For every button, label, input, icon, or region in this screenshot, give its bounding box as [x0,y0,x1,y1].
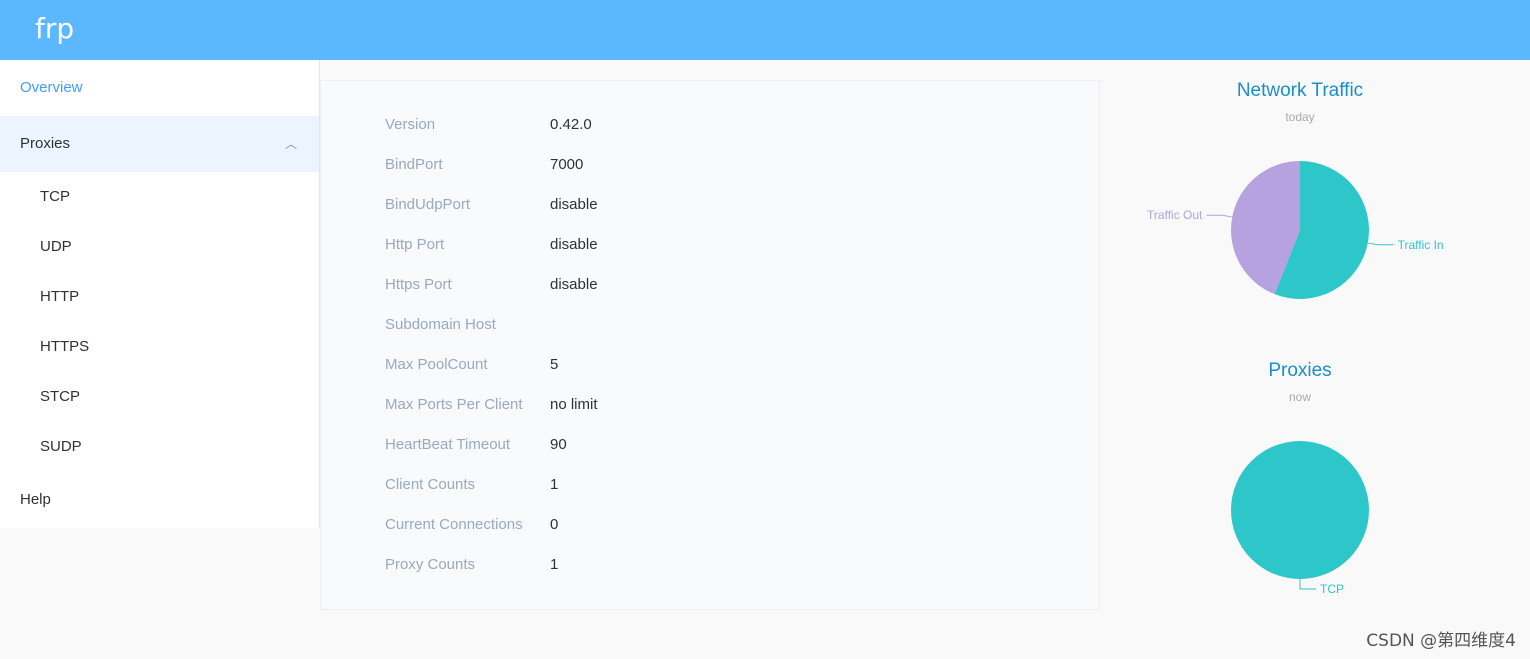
info-value: disable [550,236,598,253]
top-bar: frp [0,0,1530,60]
sidebar-item-udp[interactable]: UDP [0,222,319,272]
info-key: Max PoolCount [385,356,488,373]
chevron-up-icon: ︿ [284,137,297,151]
info-value: 5 [550,356,559,373]
traffic-label-line-traffic-in [1367,242,1394,246]
traffic-pie-chart: Traffic In Traffic Out [1147,161,1444,299]
sidebar-item-overview[interactable]: Overview [0,60,319,116]
info-key: Version [385,116,436,133]
info-key: BindPort [385,156,443,173]
info-value: 0 [550,516,559,533]
info-value: 1 [550,556,559,573]
info-key: Http Port [385,236,445,253]
info-key: Https Port [385,276,452,293]
sidebar-item-sudp[interactable]: SUDP [0,422,319,472]
sidebar-item-label: Proxies [20,135,71,152]
sidebar-item-stcp[interactable]: STCP [0,372,319,422]
info-value: disable [550,276,598,293]
sidebar-item-http[interactable]: HTTP [0,272,319,322]
proxies-label-line-tcp [1299,579,1316,590]
info-key: HeartBeat Timeout [385,436,511,453]
traffic-chart-title: Network Traffic [1236,80,1364,101]
proxies-chart-subtitle: now [1288,390,1311,404]
sidebar-item-tcp[interactable]: TCP [0,172,319,222]
info-value: no limit [550,396,598,413]
info-value: disable [550,196,598,213]
proxies-label-tcp: TCP [1320,582,1344,596]
info-key: Subdomain Host [385,316,496,333]
proxies-pie-chart: TCP [1231,441,1369,596]
sidebar-item-proxies[interactable]: Proxies ︿ [0,116,319,172]
info-key: Proxy Counts [385,556,476,573]
proxies-slice-tcp[interactable] [1231,441,1369,579]
info-key: Max Ports Per Client [385,396,523,413]
info-value: 7000 [550,156,584,173]
traffic-label-line-traffic-out [1206,214,1233,218]
proxies-chart-title: Proxies [1268,360,1332,381]
info-key: Client Counts [385,476,476,493]
sidebar-item-help[interactable]: Help [0,472,319,528]
sidebar-item-https[interactable]: HTTPS [0,322,319,372]
server-info-panel: Version 0.42.0 BindPort 7000 BindUdpPort di… [320,80,1100,610]
traffic-label-traffic-in: Traffic In [1398,238,1444,252]
info-key: BindUdpPort [385,196,471,213]
traffic-label-traffic-out: Traffic Out [1147,208,1203,222]
traffic-chart-subtitle: today [1285,110,1315,124]
info-value: 0.42.0 [550,116,592,133]
info-key: Current Connections [385,516,523,533]
info-value: 1 [550,476,559,493]
info-value: 90 [550,436,567,453]
sidebar: Overview Proxies ︿ TCP UDP HTTP HTTPS ST… [0,60,320,528]
watermark: CSDN @第四维度4 [1366,631,1516,651]
brand-logo[interactable]: frp [35,12,74,45]
